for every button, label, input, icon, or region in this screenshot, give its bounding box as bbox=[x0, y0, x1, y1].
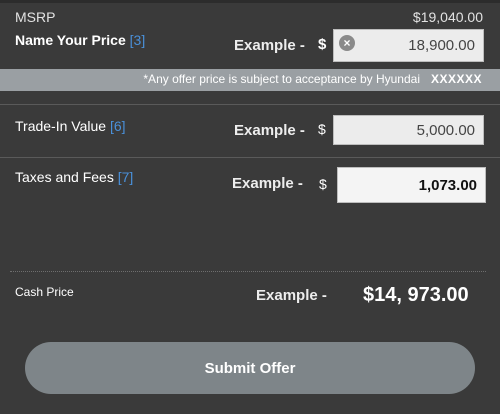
trade-in-label: Trade-In Value [6] bbox=[15, 118, 126, 134]
trade-in-example: Example - bbox=[234, 122, 305, 139]
divider bbox=[0, 104, 500, 105]
taxes-input[interactable]: 1,073.00 bbox=[337, 167, 486, 203]
taxes-label: Taxes and Fees [7] bbox=[15, 169, 133, 185]
submit-offer-label: Submit Offer bbox=[204, 359, 296, 377]
divider bbox=[0, 157, 500, 158]
cash-price-value: $14, 973.00 bbox=[363, 284, 469, 306]
trade-in-input[interactable]: 5,000.00 bbox=[333, 115, 484, 145]
disclaimer-code: XXXXXX bbox=[430, 72, 482, 86]
taxes-example: Example - bbox=[232, 175, 303, 192]
disclaimer-text: *Any offer price is subject to acceptanc… bbox=[143, 72, 420, 86]
msrp-label: MSRP bbox=[15, 9, 56, 25]
name-your-price-currency: $ bbox=[318, 36, 327, 53]
msrp-value: $19,040.00 bbox=[412, 9, 483, 25]
taxes-text: Taxes and Fees bbox=[15, 169, 114, 185]
taxes-footnote-link[interactable]: [7] bbox=[118, 169, 134, 185]
clear-icon[interactable]: × bbox=[339, 35, 355, 51]
trade-in-value: 5,000.00 bbox=[416, 121, 475, 139]
top-border bbox=[0, 0, 500, 3]
taxes-currency: $ bbox=[319, 176, 327, 192]
trade-in-footnote-link[interactable]: [6] bbox=[110, 118, 126, 134]
taxes-value: 1,073.00 bbox=[418, 176, 477, 194]
name-your-price-example: Example - bbox=[234, 37, 305, 54]
name-your-price-input[interactable]: 18,900.00 bbox=[333, 29, 484, 62]
name-your-price-footnote-link[interactable]: [3] bbox=[130, 32, 146, 48]
name-your-price-label: Name Your Price [3] bbox=[15, 32, 145, 48]
offer-panel: MSRP $19,040.00 Name Your Price [3] Exam… bbox=[0, 0, 500, 414]
name-your-price-value: 18,900.00 bbox=[408, 37, 475, 54]
dotted-divider bbox=[10, 271, 486, 272]
submit-offer-button[interactable]: Submit Offer bbox=[25, 342, 475, 394]
cash-price-example: Example - bbox=[256, 287, 327, 304]
trade-in-currency: $ bbox=[318, 121, 326, 137]
trade-in-text: Trade-In Value bbox=[15, 118, 107, 134]
name-your-price-text: Name Your Price bbox=[15, 32, 126, 48]
cash-price-label: Cash Price bbox=[15, 285, 74, 299]
